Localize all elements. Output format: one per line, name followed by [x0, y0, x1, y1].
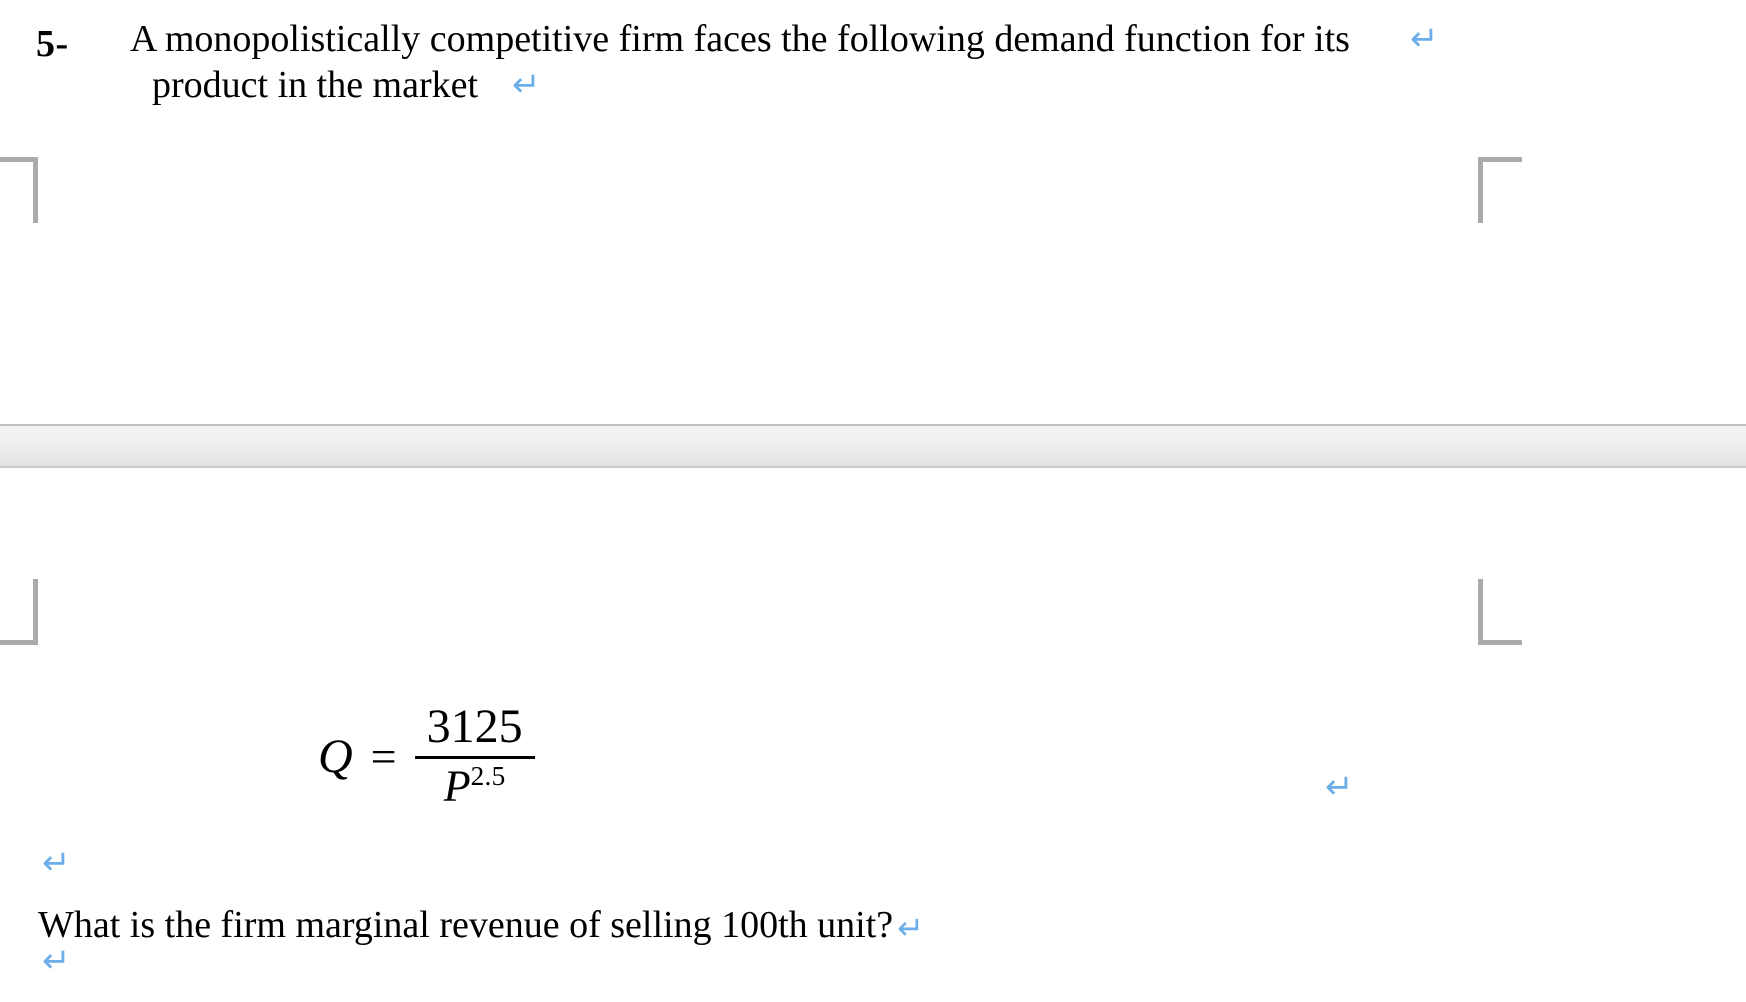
document-page-upper: 5- A monopolistically competitive firm f…	[0, 0, 1746, 424]
paragraph-return-icon: ↵	[1410, 19, 1439, 59]
equation-fraction: 3125 P2.5	[414, 700, 535, 812]
equation-equals-sign: =	[370, 730, 397, 782]
closing-question-text: What is the firm marginal revenue of sel…	[38, 904, 894, 946]
equation-left-variable: Q	[318, 729, 353, 783]
question-number: 5-	[36, 23, 69, 65]
text-boundary-corner-bottom-right	[1478, 579, 1522, 645]
paragraph-return-icon: ↵	[42, 941, 71, 981]
demand-function-equation: Q = 3125 P2.5	[318, 700, 535, 812]
equation-denominator-exponent: 2.5	[470, 760, 506, 791]
question-text-line2: product in the market	[152, 64, 479, 107]
paragraph-return-icon: ↵	[512, 65, 541, 105]
closing-question-line: What is the firm marginal revenue of sel…	[38, 903, 924, 947]
equation-numerator: 3125	[426, 700, 523, 753]
page-break-separator	[0, 424, 1746, 468]
question-text: A monopolistically competitive firm face…	[130, 16, 1530, 109]
paragraph-return-icon: ↵	[42, 843, 71, 883]
question-block: 5- A monopolistically competitive firm f…	[36, 16, 1636, 109]
equation-denominator-base: P	[443, 761, 471, 811]
text-boundary-corner-top-left	[0, 157, 38, 223]
paragraph-return-icon: ↵	[1325, 767, 1354, 807]
paragraph-return-icon: ↵	[897, 909, 924, 947]
equation-denominator: P2.5	[432, 759, 518, 812]
text-boundary-corner-bottom-left	[0, 579, 38, 645]
question-text-line1: A monopolistically competitive firm face…	[130, 18, 1350, 60]
text-boundary-corner-top-right	[1478, 157, 1522, 223]
